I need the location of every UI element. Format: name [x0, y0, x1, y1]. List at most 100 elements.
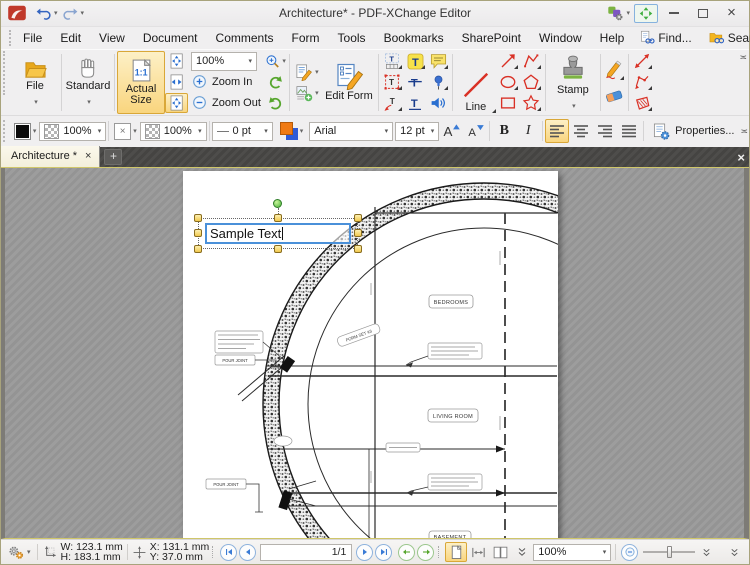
- history-forward-button[interactable]: [417, 543, 435, 561]
- add-sound-button[interactable]: [427, 93, 450, 113]
- font-family-select[interactable]: Arial ▾: [309, 121, 394, 141]
- rotate-ccw-button[interactable]: [264, 72, 287, 92]
- fit-width-button[interactable]: [165, 72, 188, 92]
- zoom-in-button[interactable]: Zoom In: [191, 72, 261, 92]
- status-options-button[interactable]: [5, 543, 33, 562]
- pencil-tool-button[interactable]: [603, 56, 626, 82]
- document-tab[interactable]: Architecture * ×: [1, 145, 101, 167]
- add-image-button[interactable]: [292, 83, 322, 103]
- bold-button[interactable]: B: [492, 119, 516, 143]
- align-center-button[interactable]: [569, 119, 593, 143]
- layout-facing-button[interactable]: [489, 542, 511, 562]
- menu-tools[interactable]: Tools: [329, 29, 375, 47]
- page-number-field[interactable]: 1/1: [260, 543, 353, 561]
- resize-handle-sw[interactable]: [194, 244, 202, 253]
- document-canvas[interactable]: BEDROOMS LIVING ROOM BASEMENT POUR JOINT…: [1, 167, 749, 540]
- slider-more-button[interactable]: [699, 542, 713, 562]
- sticky-note-button[interactable]: [427, 51, 450, 71]
- redo-button[interactable]: [60, 5, 87, 22]
- text-box-button[interactable]: [381, 72, 404, 92]
- status-zoom-select[interactable]: 100% ▾: [533, 543, 612, 561]
- polyline-tool-button[interactable]: [520, 51, 543, 71]
- edit-text-button[interactable]: [292, 62, 322, 82]
- new-tab-button[interactable]: +: [104, 148, 123, 165]
- edit-form-button[interactable]: Edit Form: [322, 51, 376, 114]
- text-frame[interactable]: Sample Text: [205, 222, 351, 244]
- stroke-color-button[interactable]: ×: [111, 122, 140, 141]
- rotation-handle[interactable]: [273, 198, 282, 208]
- stroke-opacity-select[interactable]: 100% ▾: [139, 121, 207, 141]
- app-logo-icon[interactable]: [7, 5, 27, 21]
- underline-button[interactable]: [404, 93, 427, 113]
- menu-comments[interactable]: Comments: [207, 29, 283, 47]
- fit-page-button[interactable]: [165, 51, 188, 71]
- align-right-button[interactable]: [593, 119, 617, 143]
- menu-edit[interactable]: Edit: [51, 29, 90, 47]
- eraser-tool-button[interactable]: [603, 83, 626, 109]
- pentagon-tool-button[interactable]: [520, 72, 543, 92]
- line-tool-button[interactable]: Line: [455, 51, 497, 114]
- layout-fit-button[interactable]: [467, 542, 489, 562]
- toolbar-collapse-button[interactable]: ≍: [739, 52, 746, 63]
- zoom-out-button[interactable]: Zoom Out: [191, 93, 261, 113]
- resize-handle-se[interactable]: [354, 244, 362, 253]
- maximize-button[interactable]: [689, 4, 716, 23]
- align-left-button[interactable]: [545, 119, 570, 144]
- menu-document[interactable]: Document: [134, 29, 207, 47]
- resize-handle-nw[interactable]: [194, 213, 202, 222]
- minimize-button[interactable]: [660, 4, 687, 23]
- menu-window[interactable]: Window: [530, 29, 591, 47]
- resize-handle-n[interactable]: [274, 213, 282, 222]
- sample-text[interactable]: Sample Text: [210, 226, 281, 241]
- fit-visible-button[interactable]: [165, 93, 188, 114]
- undo-button[interactable]: [33, 5, 60, 22]
- text-color-button[interactable]: [277, 121, 307, 141]
- resize-handle-w[interactable]: [194, 229, 202, 238]
- menu-help[interactable]: Help: [591, 29, 634, 47]
- rectangle-tool-button[interactable]: [497, 93, 520, 113]
- attach-file-button[interactable]: [427, 72, 450, 92]
- search-button[interactable]: Search...: [702, 29, 750, 46]
- zoom-level-select[interactable]: 100% ▾: [191, 51, 257, 71]
- menu-view[interactable]: View: [90, 29, 134, 47]
- select-fields-button[interactable]: [381, 51, 404, 71]
- properties-button[interactable]: Properties...: [646, 120, 740, 143]
- resize-handle-e[interactable]: [354, 229, 362, 238]
- format-collapse-button[interactable]: ≍: [740, 126, 747, 137]
- measure-perimeter-button[interactable]: [631, 72, 654, 92]
- fill-color-button[interactable]: [11, 122, 40, 141]
- increase-font-button[interactable]: [439, 119, 463, 143]
- menu-sharepoint[interactable]: SharePoint: [453, 29, 530, 47]
- status-collapse-button[interactable]: [723, 542, 745, 562]
- callout-button[interactable]: [381, 93, 404, 113]
- tab-close-icon[interactable]: ×: [85, 151, 91, 162]
- fullscreen-button[interactable]: [634, 3, 658, 23]
- tabbar-close-button[interactable]: ×: [737, 150, 745, 165]
- ui-options-button[interactable]: [605, 4, 632, 22]
- sample-text-annotation[interactable]: Sample Text: [194, 198, 362, 253]
- first-page-button[interactable]: [220, 543, 238, 561]
- menu-form[interactable]: Form: [283, 29, 329, 47]
- menu-file[interactable]: File: [14, 29, 51, 47]
- last-page-button[interactable]: [375, 543, 393, 561]
- strikeout-button[interactable]: [404, 72, 427, 92]
- hand-tool-button[interactable]: Standard: [64, 51, 112, 114]
- document-page[interactable]: BEDROOMS LIVING ROOM BASEMENT POUR JOINT…: [183, 170, 558, 539]
- stamp-button[interactable]: Stamp: [548, 51, 598, 114]
- oval-tool-button[interactable]: [497, 72, 520, 92]
- add-text-button[interactable]: [404, 51, 427, 71]
- layout-single-button[interactable]: [445, 542, 468, 563]
- zoom-slider-out-button[interactable]: [621, 543, 639, 561]
- history-back-button[interactable]: [398, 543, 416, 561]
- layout-more-button[interactable]: [511, 542, 533, 562]
- polygon-tool-button[interactable]: [520, 93, 543, 113]
- zoom-slider[interactable]: [643, 546, 696, 559]
- prev-page-button[interactable]: [239, 543, 257, 561]
- font-size-select[interactable]: 12 pt ▾: [395, 121, 440, 141]
- fill-opacity-select[interactable]: 100% ▾: [39, 121, 107, 141]
- actual-size-button[interactable]: Actual Size: [117, 50, 165, 114]
- resize-handle-s[interactable]: [274, 244, 282, 253]
- italic-button[interactable]: I: [516, 119, 540, 143]
- close-button[interactable]: ×: [718, 4, 745, 23]
- next-page-button[interactable]: [356, 543, 374, 561]
